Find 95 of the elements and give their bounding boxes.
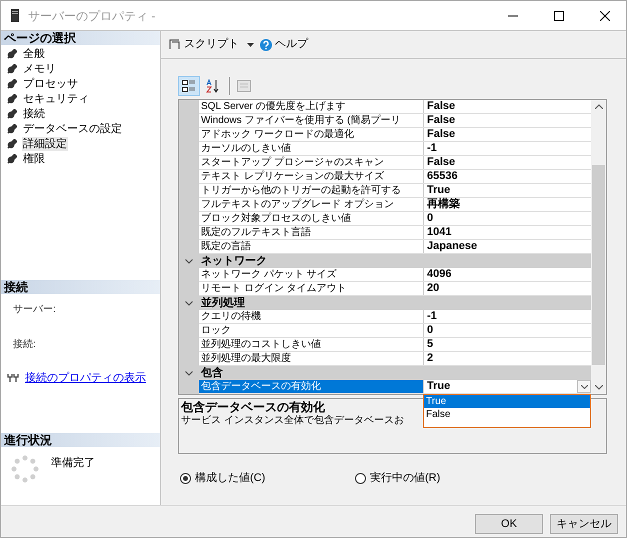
sidebar-item[interactable]: 全般 <box>22 46 46 60</box>
property-name[interactable]: 並列処理の最大限度 <box>199 352 424 365</box>
dialog-button[interactable]: キャンセル <box>550 514 618 534</box>
property-name[interactable]: 並列処理のコストしきい値 <box>199 338 424 351</box>
wrench-icon <box>7 64 17 74</box>
property-value[interactable]: True <box>424 380 450 393</box>
connection-label: 接続: <box>13 338 37 352</box>
property-name[interactable]: トリガーから他のトリガーの起動を許可する <box>199 184 424 197</box>
property-name[interactable]: SQL Server の優先度を上げます <box>199 100 424 113</box>
scroll-up-icon[interactable] <box>594 104 602 109</box>
property-value: True <box>426 184 450 197</box>
property-value: 1041 <box>426 226 452 239</box>
server-icon <box>11 9 19 22</box>
scroll-thumb[interactable] <box>592 165 605 365</box>
wrench-icon <box>7 48 17 58</box>
property-name[interactable]: 既定の言語 <box>199 240 424 253</box>
property-name[interactable]: フルテキストのアップグレード オプション <box>199 198 424 211</box>
panel-header: 接続 <box>1 280 160 294</box>
chevron-down-icon[interactable] <box>185 370 193 376</box>
dropdown-option[interactable]: False <box>424 408 590 421</box>
wrench-icon <box>7 154 17 164</box>
scroll-down-icon[interactable] <box>594 385 602 390</box>
categorized-list-icon <box>182 79 196 93</box>
property-name[interactable]: ロック <box>199 324 424 337</box>
wrench-icon <box>7 124 17 134</box>
help-button[interactable]: ヘルプ <box>275 36 308 53</box>
property-name[interactable]: 包含データベースの有効化 <box>199 380 424 393</box>
status-text: 準備完了 <box>51 456 95 471</box>
radio-button[interactable] <box>180 472 191 484</box>
radio-label[interactable]: 実行中の値(R) <box>370 470 440 486</box>
description-text: サービス インスタンス全体で包含データベースお <box>181 414 404 427</box>
help-icon <box>260 38 272 50</box>
property-value: 再構築 <box>426 198 460 211</box>
property-value: -1 <box>426 310 437 323</box>
radio-label[interactable]: 構成した値(C) <box>195 470 266 486</box>
description-title: 包含データベースの有効化 <box>181 400 325 414</box>
property-value: False <box>426 100 456 113</box>
category-header[interactable]: 並列処理 <box>201 296 245 310</box>
wrench-icon <box>7 108 17 118</box>
caret-icon <box>580 384 588 388</box>
wrench-icon <box>7 94 17 104</box>
property-value: False <box>426 114 456 127</box>
window-title: サーバーのプロパティ - <box>28 8 156 24</box>
dialog-button[interactable]: OK <box>475 514 543 534</box>
property-name[interactable]: スタートアップ プロシージャのスキャン <box>199 156 424 169</box>
category-header[interactable]: ネットワーク <box>201 254 267 268</box>
sidebar-item[interactable]: 権限 <box>22 152 46 166</box>
dropdown-button[interactable] <box>577 380 591 393</box>
chevron-down-icon[interactable] <box>185 300 193 306</box>
plug-icon <box>7 372 19 383</box>
property-name[interactable]: ネットワーク パケット サイズ <box>199 268 424 281</box>
sidebar-item[interactable]: セキュリティ <box>22 92 90 106</box>
script-icon <box>169 39 180 50</box>
property-name[interactable]: 既定のフルテキスト言語 <box>199 226 424 239</box>
sidebar-item[interactable]: プロセッサ <box>22 76 79 90</box>
property-name[interactable]: Windows ファイバーを使用する (簡易プーリ <box>199 114 424 127</box>
scrollbar[interactable] <box>591 100 606 394</box>
property-value: 4096 <box>426 268 452 281</box>
script-button[interactable]: スクリプト <box>184 36 239 53</box>
property-name[interactable]: カーソルのしきい値 <box>199 142 424 155</box>
category-header[interactable]: 包含 <box>201 366 223 380</box>
panel-header: ページの選択 <box>1 31 160 45</box>
chevron-down-icon[interactable] <box>185 258 193 264</box>
panel-header: 進行状況 <box>1 433 160 447</box>
property-value: 65536 <box>426 170 458 183</box>
property-value: -1 <box>426 142 437 155</box>
maximize-icon[interactable] <box>554 10 564 20</box>
sort-az-icon <box>206 79 220 93</box>
sidebar-item[interactable]: メモリ <box>22 62 57 76</box>
dropdown-option[interactable]: True <box>424 395 590 408</box>
property-name[interactable]: クエリの待機 <box>199 310 424 323</box>
property-value: 2 <box>426 352 434 365</box>
property-value: 0 <box>426 324 434 337</box>
property-value: 0 <box>426 212 434 225</box>
property-value: 20 <box>426 282 440 295</box>
property-name[interactable]: テキスト レプリケーションの最大サイズ <box>199 170 424 183</box>
spinner-icon <box>11 455 39 483</box>
property-value: False <box>426 156 456 169</box>
property-value: False <box>426 128 456 141</box>
wrench-icon <box>7 78 17 88</box>
server-label: サーバー: <box>13 302 57 316</box>
property-name[interactable]: ブロック対象プロセスのしきい値 <box>199 212 424 225</box>
radio-button[interactable] <box>355 472 366 484</box>
close-icon[interactable] <box>600 10 610 20</box>
wrench-icon <box>7 138 17 148</box>
sidebar-item[interactable]: 接続 <box>22 106 46 120</box>
property-name[interactable]: リモート ログイン タイムアウト <box>199 282 424 295</box>
property-name[interactable]: アドホック ワークロードの最適化 <box>199 128 424 141</box>
caret-icon[interactable] <box>247 42 254 46</box>
categorized-view-button[interactable] <box>178 76 200 96</box>
property-value: Japanese <box>426 240 478 253</box>
connection-properties-link[interactable]: 接続のプロパティの表示 <box>25 370 146 386</box>
sidebar-item[interactable]: 詳細設定 <box>22 136 68 150</box>
sidebar-item[interactable]: データベースの設定 <box>22 122 123 136</box>
property-value: 5 <box>426 338 434 351</box>
